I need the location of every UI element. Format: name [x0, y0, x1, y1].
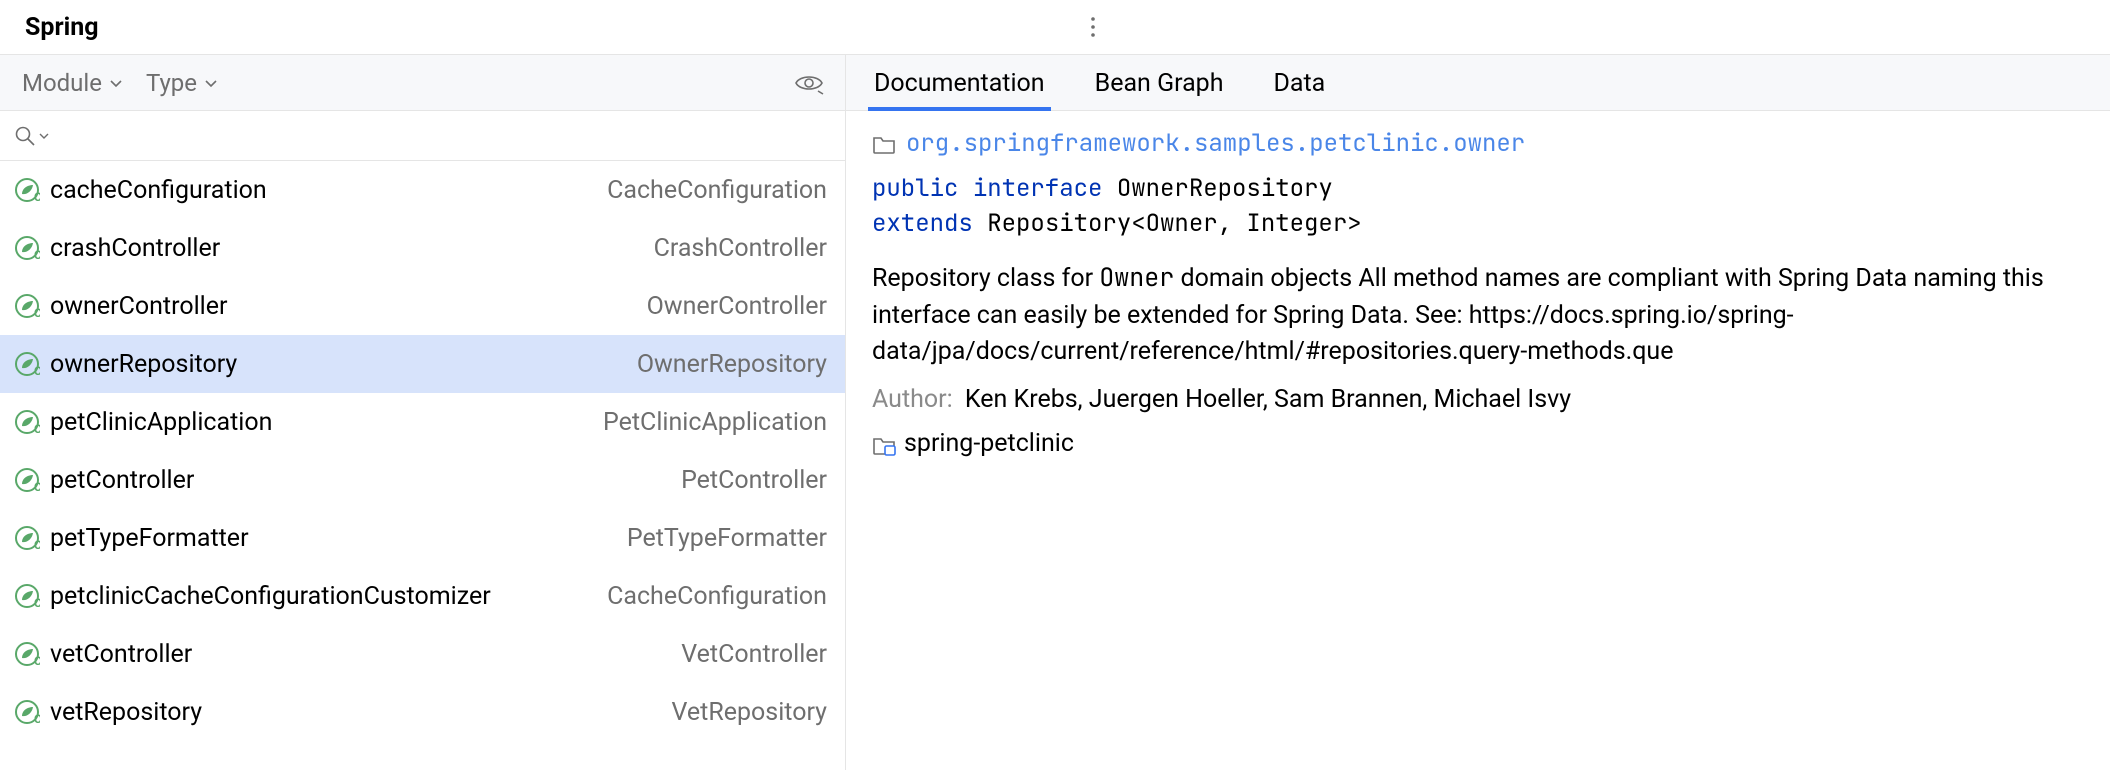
eye-icon [794, 71, 824, 95]
module-icon [872, 434, 896, 456]
bean-row[interactable]: CpetclinicCacheConfigurationCustomizer Ca… [0, 567, 845, 625]
documentation-panel: org.springframework.samples.petclinic.ow… [846, 111, 2110, 479]
svg-text:C: C [34, 248, 40, 261]
module-filter-label: Module [22, 69, 102, 97]
bean-row[interactable]: CownerController OwnerController [0, 277, 845, 335]
bean-icon: C [14, 467, 40, 493]
bean-icon: C [14, 293, 40, 319]
bean-name: petclinicCacheConfigurationCustomizer [50, 582, 491, 611]
bean-icon: C [14, 409, 40, 435]
module-filter-dropdown[interactable]: Module [22, 69, 124, 97]
bean-icon: C [14, 235, 40, 261]
chevron-down-icon [203, 75, 219, 91]
class-description: Repository class for Owner domain object… [872, 259, 2084, 370]
detail-tabs: Documentation Bean Graph Data [846, 55, 2110, 111]
bean-class: CacheConfiguration [607, 176, 827, 205]
bean-icon: C [14, 351, 40, 377]
chevron-down-icon[interactable] [38, 130, 50, 142]
author-line: Author: Ken Krebs, Juergen Hoeller, Sam … [872, 382, 2084, 418]
bean-class: OwnerController [647, 292, 827, 321]
bean-class: VetRepository [672, 698, 827, 727]
bean-row[interactable]: CpetController PetController [0, 451, 845, 509]
visibility-toggle-button[interactable] [789, 63, 829, 103]
bean-row[interactable]: CcacheConfiguration CacheConfiguration [0, 161, 845, 219]
svg-text:C: C [34, 422, 40, 435]
bean-name: petTypeFormatter [50, 524, 249, 553]
bean-class: PetController [681, 466, 827, 495]
bean-class: PetTypeFormatter [627, 524, 827, 553]
bean-name: petClinicApplication [50, 408, 272, 437]
svg-text:C: C [34, 480, 40, 493]
svg-text:C: C [34, 364, 40, 377]
bean-row[interactable]: CvetRepository VetRepository [0, 683, 845, 741]
class-signature: public interface OwnerRepository extends… [872, 172, 2084, 242]
author-names: Ken Krebs, Juergen Hoeller, Sam Brannen,… [965, 385, 1571, 414]
bean-row[interactable]: CvetController VetController [0, 625, 845, 683]
bean-name: crashController [50, 234, 220, 263]
bean-list: CcacheConfiguration CacheConfiguration Ccr… [0, 161, 845, 741]
folder-icon [872, 133, 896, 155]
bean-row[interactable]: CcrashController CrashController [0, 219, 845, 277]
tab-documentation[interactable]: Documentation [874, 69, 1045, 110]
tool-window-title: Spring [25, 13, 99, 42]
search-input[interactable] [50, 123, 835, 149]
bean-class: PetClinicApplication [603, 408, 827, 437]
bean-class: OwnerRepository [637, 350, 827, 379]
module-name: spring-petclinic [904, 426, 1074, 462]
bean-name: vetRepository [50, 698, 202, 727]
svg-text:C: C [34, 712, 40, 725]
bean-name: ownerRepository [50, 350, 237, 379]
svg-text:C: C [34, 596, 40, 609]
bean-icon: C [14, 699, 40, 725]
bean-icon: C [14, 177, 40, 203]
bean-name: cacheConfiguration [50, 176, 267, 205]
type-filter-label: Type [146, 69, 197, 97]
bean-class: CacheConfiguration [607, 582, 827, 611]
bean-name: vetController [50, 640, 192, 669]
svg-text:C: C [34, 654, 40, 667]
vertical-dots-icon [1083, 14, 1103, 40]
tab-bean-graph[interactable]: Bean Graph [1095, 69, 1224, 110]
svg-text:C: C [34, 190, 40, 203]
bean-row[interactable]: CownerRepository OwnerRepository [0, 335, 845, 393]
author-label: Author: [872, 385, 953, 414]
bean-name: ownerController [50, 292, 227, 321]
bean-row[interactable]: CpetClinicApplication PetClinicApplicatio… [0, 393, 845, 451]
type-filter-dropdown[interactable]: Type [146, 69, 219, 97]
chevron-down-icon [108, 75, 124, 91]
bean-row[interactable]: CpetTypeFormatter PetTypeFormatter [0, 509, 845, 567]
search-icon [14, 125, 36, 147]
bean-class: VetController [681, 640, 827, 669]
package-name: org.springframework.samples.petclinic.ow… [906, 127, 1525, 162]
bean-class: CrashController [654, 234, 827, 263]
svg-text:C: C [34, 538, 40, 551]
bean-icon: C [14, 641, 40, 667]
tab-data[interactable]: Data [1273, 69, 1325, 110]
bean-icon: C [14, 525, 40, 551]
bean-name: petController [50, 466, 194, 495]
svg-text:C: C [34, 306, 40, 319]
more-options-button[interactable] [1073, 7, 1113, 47]
bean-icon: C [14, 583, 40, 609]
